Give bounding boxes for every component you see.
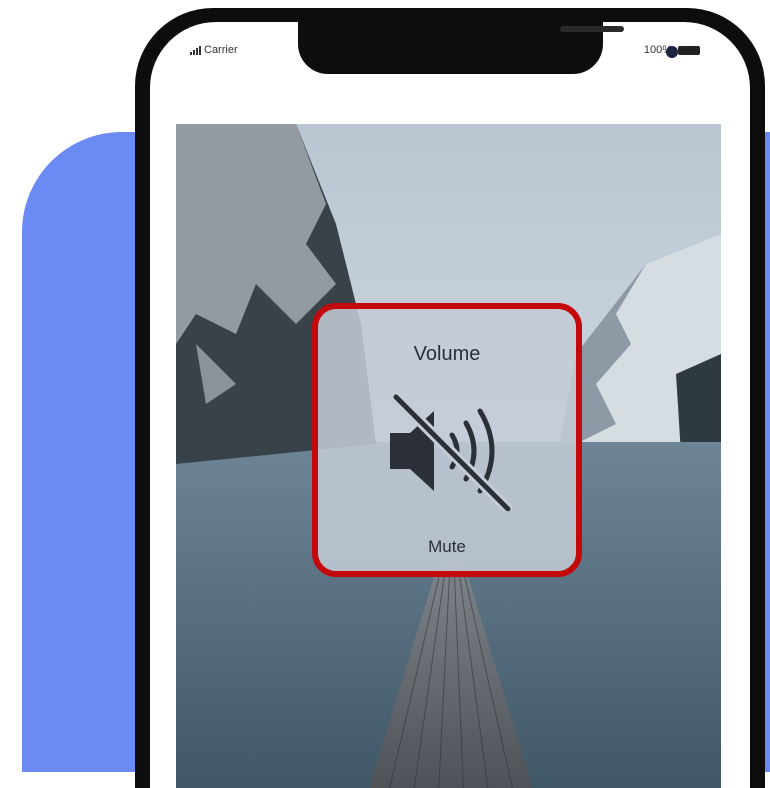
status-bar-left: Carrier (190, 44, 238, 56)
carrier-label: Carrier (204, 44, 238, 56)
battery-icon (678, 45, 700, 55)
speaker-grille (560, 26, 624, 32)
volume-hud-status: Mute (428, 537, 466, 556)
volume-hud: Volume Mute (312, 303, 582, 577)
front-camera (666, 46, 678, 58)
notch (298, 22, 678, 74)
volume-hud-title: Volume (413, 343, 481, 365)
signal-icon (190, 45, 201, 55)
speaker-muted-icon (390, 391, 512, 511)
